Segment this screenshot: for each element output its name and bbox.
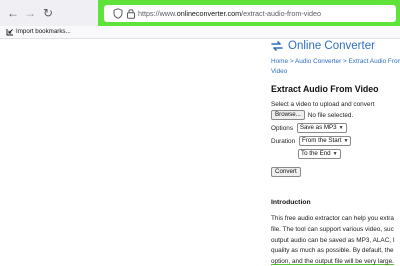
browse-button[interactable]: Browse... <box>271 110 305 120</box>
chevron-down-icon: ▼ <box>343 138 349 144</box>
intro-line: option, and the output file will be very… <box>271 258 394 266</box>
breadcrumb-audio-converter[interactable]: Audio Converter <box>295 58 341 65</box>
page-title: Extract Audio From Video <box>271 84 379 94</box>
duration-row: Duration From the Start ▼ <box>271 136 352 147</box>
url-text[interactable]: https://www.onlineconverter.com/extract-… <box>138 8 321 19</box>
back-icon[interactable]: ← <box>5 5 21 21</box>
upload-instruction: Select a video to upload and convert <box>271 101 375 108</box>
breadcrumb-separator: > <box>342 58 347 65</box>
options-row: Options Save as MP3 ▼ <box>271 123 347 134</box>
reload-icon[interactable]: ↻ <box>40 5 56 21</box>
options-label: Options <box>271 124 294 132</box>
file-status: No file selected. <box>307 111 354 119</box>
logo-text: Online Converter <box>288 40 375 52</box>
import-icon[interactable] <box>6 28 14 36</box>
forward-icon[interactable]: → <box>22 5 38 21</box>
duration-start-value: From the Start <box>301 137 342 144</box>
page-content: Online Converter Home > Audio Converter … <box>0 39 400 266</box>
duration-end-value: To the End <box>301 150 331 157</box>
blank-area <box>0 39 263 266</box>
file-input: Browse... No file selected. <box>271 110 353 121</box>
url-domain: onlineconverter.com <box>176 9 242 18</box>
convert-row: Convert <box>271 167 301 177</box>
converter-logo-icon <box>271 41 283 51</box>
chevron-down-icon: ▼ <box>332 151 338 157</box>
browser-toolbar: ← → ↻ https://www.onlineconverter.com/ex… <box>0 0 400 28</box>
duration-start-select[interactable]: From the Start ▼ <box>298 136 352 146</box>
bookmarks-bar: Import bookmarks... <box>0 26 400 39</box>
intro-line: output audio can be saved as MP3, ALAC, … <box>271 236 395 244</box>
url-bar[interactable]: https://www.onlineconverter.com/extract-… <box>104 5 396 22</box>
intro-line: This free audio extractor can help you e… <box>271 215 394 222</box>
duration-label: Duration <box>271 137 296 145</box>
import-bookmarks-link[interactable]: Import bookmarks... <box>16 27 71 37</box>
breadcrumb-home[interactable]: Home <box>271 58 288 65</box>
options-select-value: Save as MP3 <box>299 124 337 131</box>
site-logo[interactable]: Online Converter <box>270 39 400 53</box>
options-select[interactable]: Save as MP3 ▼ <box>296 123 347 133</box>
breadcrumb-separator: > <box>289 58 294 65</box>
lock-icon[interactable] <box>126 8 136 19</box>
chevron-down-icon: ▼ <box>338 125 344 131</box>
converter-panel: Online Converter Home > Audio Converter … <box>266 39 400 266</box>
url-path: /extract-audio-from-video <box>241 9 321 18</box>
introduction-heading: Introduction <box>271 199 311 206</box>
duration-end-row: To the End ▼ <box>298 149 341 160</box>
duration-end-select[interactable]: To the End ▼ <box>298 149 341 159</box>
convert-button[interactable]: Convert <box>271 167 301 177</box>
shield-icon[interactable] <box>113 8 123 19</box>
intro-line: quality as much as possible. By default,… <box>271 247 394 255</box>
url-prefix: https://www. <box>138 9 177 18</box>
breadcrumb: Home > Audio Converter > Extract Audio F… <box>271 57 400 77</box>
introduction-text: This free audio extractor can help you e… <box>271 214 400 266</box>
intro-line: file. The tool can support various video… <box>271 225 394 233</box>
